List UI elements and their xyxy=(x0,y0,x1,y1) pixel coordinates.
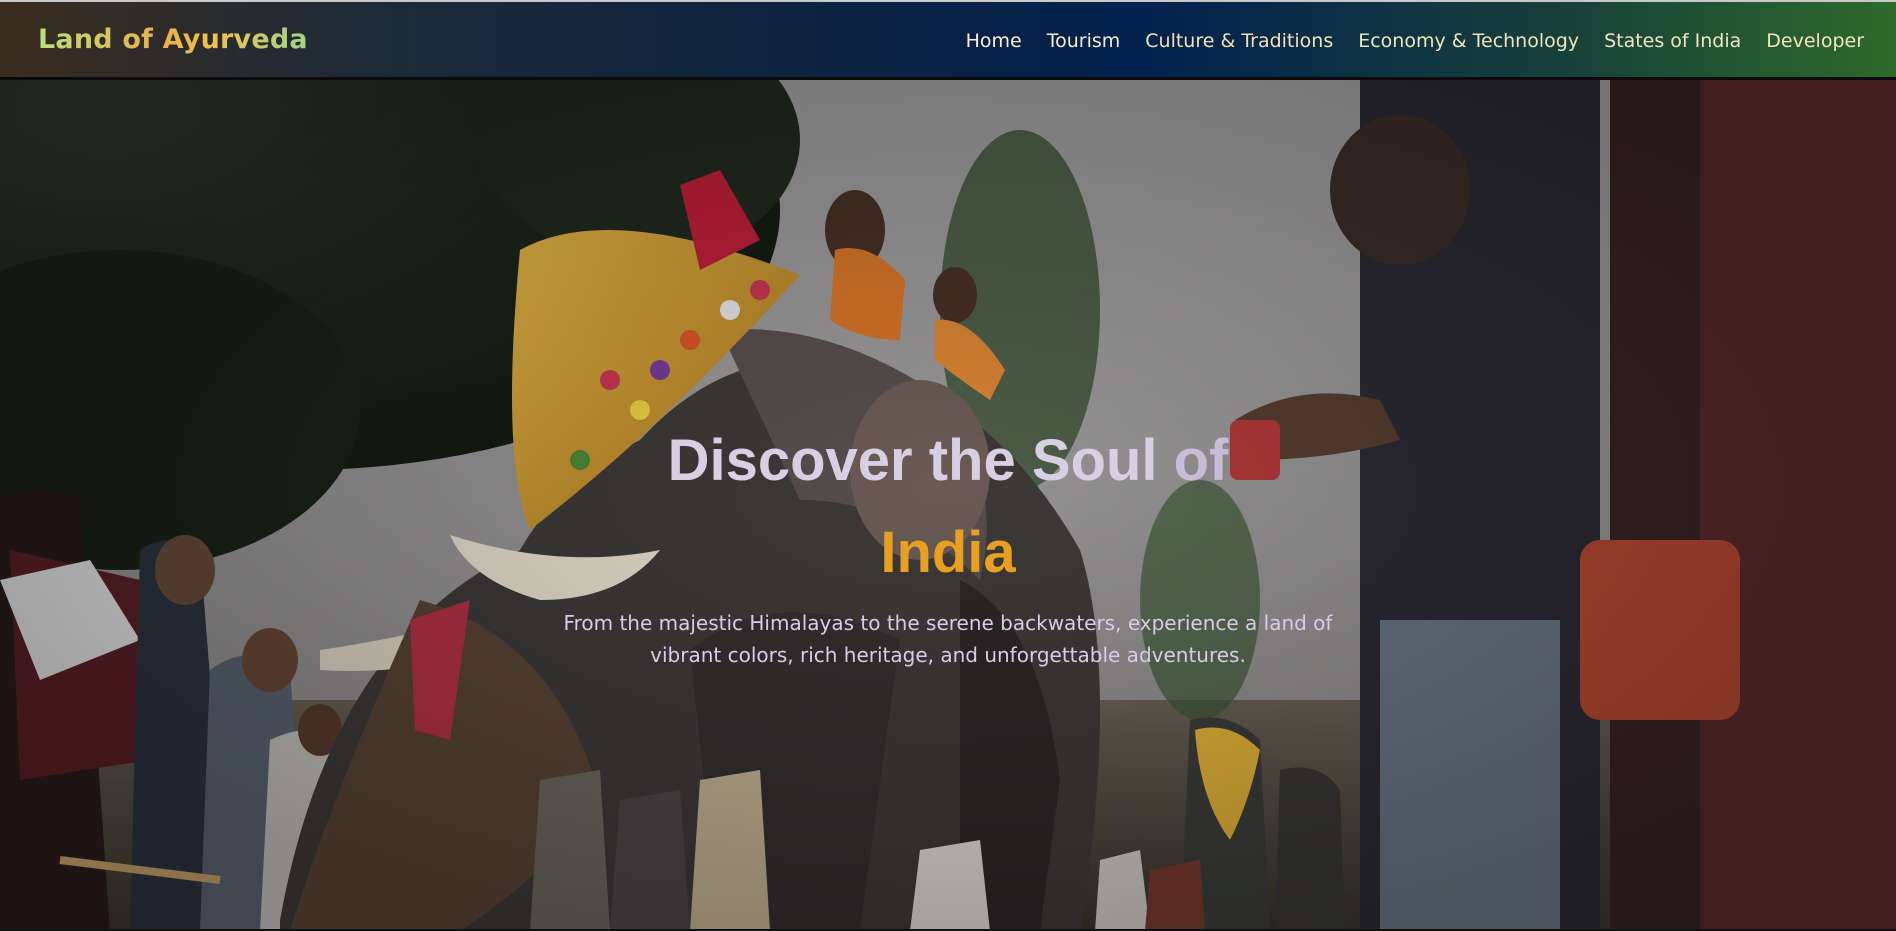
nav-link-tourism[interactable]: Tourism xyxy=(1047,30,1121,52)
nav-link-states-of-india[interactable]: States of India xyxy=(1604,30,1741,52)
hero-title-part1: Discover the Soul xyxy=(667,428,1158,493)
hero-title-accent: India xyxy=(880,520,1016,585)
nav-links: Home Tourism Culture & Traditions Econom… xyxy=(966,30,1864,52)
brand-logo[interactable]: Land of Ayurveda xyxy=(38,24,308,55)
hero-subtitle: From the majestic Himalayas to the seren… xyxy=(563,611,1333,667)
hero-title: Discover the Soul of India xyxy=(628,415,1268,599)
top-navbar: Land of Ayurveda Home Tourism Culture & … xyxy=(0,0,1896,80)
nav-link-developer[interactable]: Developer xyxy=(1766,30,1864,52)
hero-section: Discover the Soul of India From the maje… xyxy=(0,80,1896,931)
hero-title-part2: of xyxy=(1173,428,1229,493)
nav-link-economy-technology[interactable]: Economy & Technology xyxy=(1358,30,1579,52)
nav-link-home[interactable]: Home xyxy=(966,30,1022,52)
nav-link-culture-traditions[interactable]: Culture & Traditions xyxy=(1145,30,1333,52)
hero-text-block: Discover the Soul of India From the maje… xyxy=(0,415,1896,671)
